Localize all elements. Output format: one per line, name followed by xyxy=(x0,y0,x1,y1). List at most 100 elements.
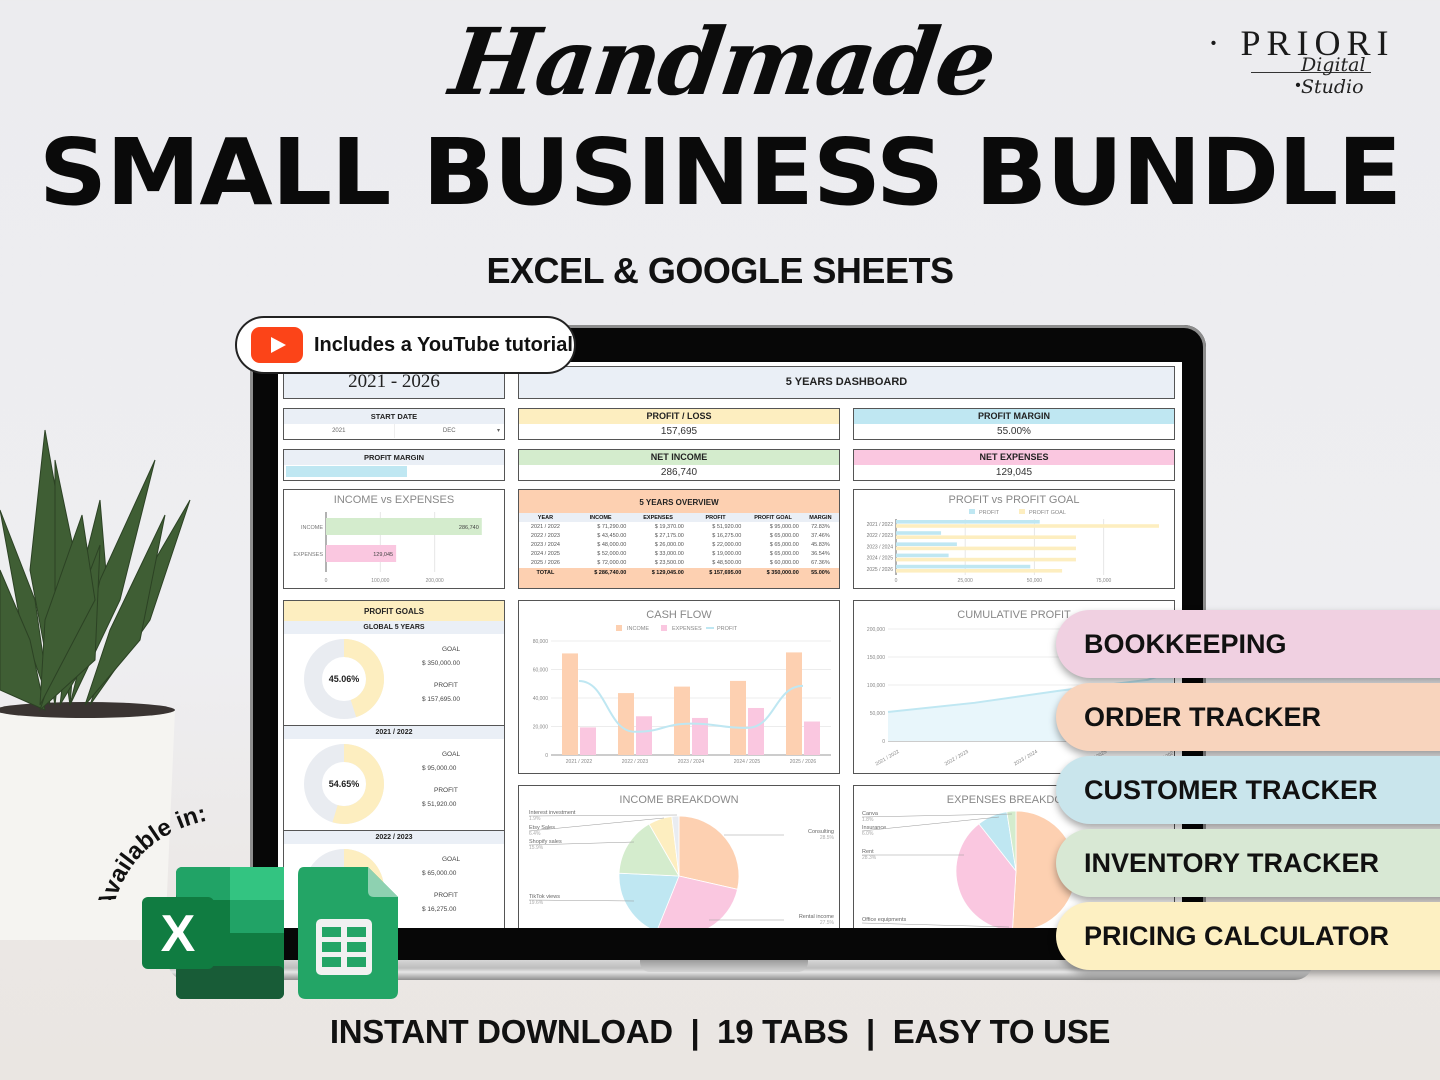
category-label: 2021 / 2022 xyxy=(867,522,894,528)
table-cell: 2024 / 2025 xyxy=(530,551,560,558)
profit-margin-value: 55.00% xyxy=(997,426,1031,437)
table-cell: $ 65,000.00 xyxy=(769,551,799,558)
profit-goal-section: GLOBAL 5 YEARS 45.06% GOAL $ 350,000.00 PROF… xyxy=(284,621,504,726)
goal-details: GOAL $ 65,000.00 PROFIT $ 16,275.00 xyxy=(422,853,460,917)
table-cell: $ 48,500.00 xyxy=(712,560,742,567)
table-row: 2024 / 2025 $ 52,000.00 $ 33,000.00 $ 19,00… xyxy=(519,550,839,559)
x-tick-label: 50,000 xyxy=(1027,578,1043,584)
column-header: YEAR xyxy=(537,514,554,521)
table-row: 2021 / 2022 $ 71,290.00 $ 19,370.00 $ 51,92… xyxy=(519,522,839,531)
table-cell: 2025 / 2026 xyxy=(530,560,560,567)
y-tick-label: 0 xyxy=(882,739,885,745)
total-cell: 55.00% xyxy=(811,569,830,576)
bar xyxy=(748,707,764,755)
profit-vs-goal-svg: PROFIT PROFIT GOAL 0 25,000 50,000 75,000 2021… xyxy=(867,509,1159,584)
table-cell: $ 27,175.00 xyxy=(654,532,684,539)
net-expenses-value: 129,045 xyxy=(995,467,1033,478)
profit-goal-period: 2022 / 2023 xyxy=(284,831,504,844)
tab-bookkeeping[interactable]: BOOKKEEPING xyxy=(1056,610,1440,678)
category-label: 2023 / 2024 xyxy=(867,544,894,550)
slice-percent: 27.5% xyxy=(820,920,835,926)
goal-details: GOAL $ 350,000.00 PROFIT $ 157,695.00 xyxy=(422,643,460,707)
net-income-card: NET INCOME 286,740 xyxy=(518,449,840,481)
y-tick-label: 0 xyxy=(545,753,548,759)
net-income-value: 286,740 xyxy=(660,467,698,478)
table-cell: $ 95,000.00 xyxy=(769,523,799,530)
profit-value: $ 157,695.00 xyxy=(422,696,460,703)
table-cell: 45.83% xyxy=(811,541,830,548)
x-tick-label: 75,000 xyxy=(1096,578,1112,584)
profit-goal-period: 2021 / 2022 xyxy=(284,726,504,739)
legend-swatch xyxy=(1019,509,1025,514)
table-cell: $ 48,000.00 xyxy=(597,541,627,548)
income-vs-expenses-chart: INCOME vs EXPENSES 0 100,000 200,000 INCOME… xyxy=(283,489,505,589)
slice-percent: 28.3% xyxy=(862,855,877,861)
total-cell: $ 157,695.00 xyxy=(709,569,742,576)
profit-value: $ 16,275.00 xyxy=(422,906,457,913)
bar xyxy=(896,564,1031,569)
tab-label: ORDER TRACKER xyxy=(1084,701,1322,732)
table-cell: 67.36% xyxy=(811,560,830,567)
footer-features: INSTANT DOWNLOAD | 19 TABS | EASY TO USE xyxy=(329,1013,1111,1050)
table-cell: $ 72,000.00 xyxy=(597,560,627,567)
tab-inventory-tracker[interactable]: INVENTORY TRACKER xyxy=(1056,829,1440,897)
tab-order-tracker[interactable]: ORDER TRACKER xyxy=(1056,683,1440,751)
legend-swatch xyxy=(969,509,975,514)
bar xyxy=(896,557,1076,562)
leader-line xyxy=(861,813,1013,818)
tab-label: INVENTORY TRACKER xyxy=(1084,847,1380,878)
profit-goals-title: PROFIT GOALS xyxy=(284,601,504,621)
bar xyxy=(562,653,578,755)
dashboard-title: 5 YEARS DASHBOARD xyxy=(785,376,908,388)
goal-details: GOAL $ 95,000.00 PROFIT $ 51,920.00 xyxy=(422,748,460,812)
bar xyxy=(636,716,652,755)
dropdown-arrow-icon[interactable]: ▾ xyxy=(497,424,500,438)
table-cell: $ 65,000.00 xyxy=(769,541,799,548)
profit-label: PROFIT xyxy=(434,682,458,689)
profit-margin-bar-card: PROFIT MARGIN xyxy=(283,449,505,481)
table-cell: 36.54% xyxy=(811,551,830,558)
slice-percent: 6.0% xyxy=(862,831,874,837)
brand-logo: · PRIORI · Digital Studio xyxy=(1196,22,1416,105)
category-label: 2024 / 2025 xyxy=(867,556,894,562)
google-sheets-icon xyxy=(298,867,398,999)
total-cell: $ 286,740.00 xyxy=(594,569,627,576)
income-vs-expenses-svg: 0 100,000 200,000 INCOME 286,740 EXPENSES 129,… xyxy=(293,512,482,584)
column-header: INCOME xyxy=(589,514,612,521)
main-title: SMALL BUSINESS BUNDLE xyxy=(38,119,1402,226)
slice-percent: 6.4% xyxy=(529,831,541,837)
profit-label: PROFIT xyxy=(434,787,458,794)
legend-label: INCOME xyxy=(627,626,649,632)
youtube-badge-label: Includes a YouTube tutorial xyxy=(314,333,573,356)
x-tick-label: 200,000 xyxy=(426,578,444,584)
legend-label: PROFIT xyxy=(979,510,1000,516)
tab-pricing-calculator[interactable]: PRICING CALCULATOR xyxy=(1056,902,1440,970)
x-tick-label: 100,000 xyxy=(371,578,389,584)
y-tick-label: 50,000 xyxy=(870,711,886,717)
start-year-select[interactable]: 2021 xyxy=(284,424,395,438)
youtube-tutorial-badge[interactable]: Includes a YouTube tutorial xyxy=(235,316,576,374)
y-tick-label: 40,000 xyxy=(533,696,549,702)
bar xyxy=(896,531,942,535)
cash-flow-chart: CASH FLOW INCOME EXPENSES PROFIT 0 20,000 40,… xyxy=(518,600,840,774)
table-cell: 2022 / 2023 xyxy=(530,532,560,539)
tab-label: PRICING CALCULATOR xyxy=(1084,920,1389,951)
x-tick-label: 2021 / 2022 xyxy=(875,749,901,768)
profit-margin-label: PROFIT MARGIN xyxy=(854,409,1174,424)
legend-swatch xyxy=(661,625,667,631)
bar xyxy=(896,542,957,546)
start-month-select[interactable]: DEC ▾ xyxy=(395,424,505,438)
y-tick-label: 60,000 xyxy=(533,668,549,674)
tab-customer-tracker[interactable]: CUSTOMER TRACKER xyxy=(1056,756,1440,824)
income-breakdown-chart: INCOME BREAKDOWN Consulting 28.5% Rental i… xyxy=(518,785,840,928)
bar xyxy=(804,721,820,755)
table-row: 2025 / 2026 $ 72,000.00 $ 23,500.00 $ 48,50… xyxy=(519,559,839,568)
svg-text:X: X xyxy=(161,905,196,963)
y-tick-label: 100,000 xyxy=(867,683,885,689)
y-tick-label: 80,000 xyxy=(533,639,549,645)
net-income-label: NET INCOME xyxy=(519,450,839,465)
profit-loss-value: 157,695 xyxy=(660,426,698,437)
table-cell: $ 71,290.00 xyxy=(597,523,627,530)
income-breakdown-svg: Consulting28.5%Rental income27.5%TikTok … xyxy=(528,810,835,928)
